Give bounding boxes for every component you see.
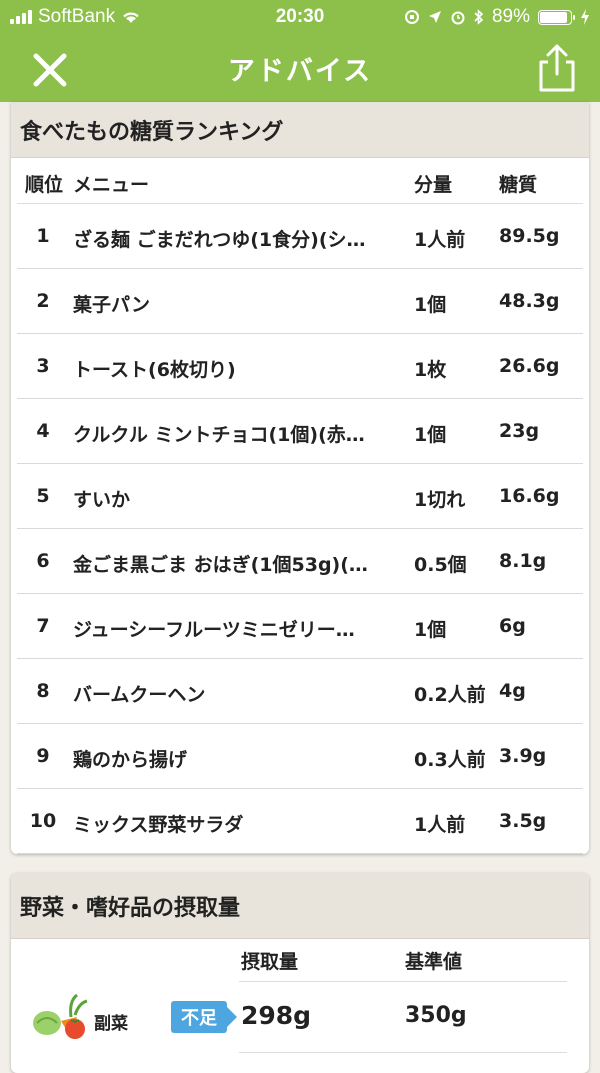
vegetables-card: 野菜・嗜好品の摂取量 摂取量 基準値 副菜 不足 298g 350g bbox=[11, 873, 589, 1073]
location-icon bbox=[428, 11, 441, 23]
table-row: 4 クルクル ミントチョコ(1個)(赤… 1個 23g bbox=[17, 399, 583, 464]
rank-cell: 8 bbox=[36, 680, 50, 702]
table-row: 2 菓子パン 1個 48.3g bbox=[17, 269, 583, 334]
rank-cell: 4 bbox=[36, 420, 50, 442]
carb-cell: 16.6g bbox=[499, 485, 560, 507]
standard-value: 350g bbox=[405, 1003, 467, 1028]
col-carb: 糖質 bbox=[499, 174, 538, 196]
menu-cell: クルクル ミントチョコ(1個)(赤… bbox=[73, 424, 365, 446]
carb-cell: 3.9g bbox=[499, 745, 547, 767]
menu-cell: ジューシーフルーツミニゼリー… bbox=[73, 619, 355, 641]
rank-cell: 2 bbox=[36, 290, 50, 312]
ranking-rows: 1 ざる麺 ごまだれつゆ(1食分)(シ… 1人前 89.5g 2 菓子パン 1個 48.3g… bbox=[11, 204, 589, 854]
qty-cell: 1人前 bbox=[414, 229, 466, 251]
vegetables-icon bbox=[33, 993, 88, 1039]
nav-bar: アドバイス bbox=[0, 34, 600, 102]
table-row: 3 トースト(6枚切り) 1枚 26.6g bbox=[17, 334, 583, 399]
qty-cell: 1個 bbox=[414, 619, 447, 641]
table-row: 9 鶏のから揚げ 0.3人前 3.9g bbox=[17, 724, 583, 789]
rank-cell: 9 bbox=[36, 745, 50, 767]
qty-cell: 1個 bbox=[414, 294, 447, 316]
col-qty: 分量 bbox=[414, 174, 453, 196]
ranking-title: 食べたもの糖質ランキング bbox=[11, 102, 589, 158]
share-button[interactable] bbox=[532, 42, 582, 94]
carb-cell: 4g bbox=[499, 680, 526, 702]
table-row: 1 ざる麺 ごまだれつゆ(1食分)(シ… 1人前 89.5g bbox=[17, 204, 583, 269]
vegetables-table-header: 摂取量 基準値 bbox=[11, 943, 589, 981]
carb-cell: 3.5g bbox=[499, 810, 547, 832]
divider bbox=[239, 1052, 567, 1053]
ranking-table-header: 順位 メニュー 分量 糖質 bbox=[17, 158, 583, 204]
carb-cell: 6g bbox=[499, 615, 526, 637]
carb-cell: 8.1g bbox=[499, 550, 547, 572]
qty-cell: 1切れ bbox=[414, 489, 466, 511]
intake-value: 298g bbox=[241, 1001, 312, 1030]
side-dish-label: 副菜 bbox=[94, 1014, 128, 1034]
table-row: 5 すいか 1切れ 16.6g bbox=[17, 464, 583, 529]
rank-cell: 1 bbox=[36, 225, 50, 247]
orientation-lock-icon bbox=[404, 10, 419, 24]
bluetooth-icon bbox=[474, 9, 484, 25]
qty-cell: 1人前 bbox=[414, 814, 466, 836]
vegetables-title: 野菜・嗜好品の摂取量 bbox=[11, 873, 589, 939]
qty-cell: 0.2人前 bbox=[414, 684, 486, 706]
carb-cell: 89.5g bbox=[499, 225, 560, 247]
alarm-icon bbox=[451, 11, 465, 25]
menu-cell: ミックス野菜サラダ bbox=[73, 814, 244, 836]
carb-cell: 48.3g bbox=[499, 290, 560, 312]
menu-cell: 菓子パン bbox=[73, 294, 150, 316]
rank-cell: 10 bbox=[29, 810, 57, 832]
status-bar: SoftBank 20:30 89% bbox=[0, 0, 600, 34]
list-item: 副菜 不足 298g 350g bbox=[11, 981, 589, 1053]
menu-cell: トースト(6枚切り) bbox=[73, 359, 236, 381]
status-badge: 不足 bbox=[171, 1001, 237, 1033]
status-right: 89% bbox=[404, 6, 590, 28]
table-row: 10 ミックス野菜サラダ 1人前 3.5g bbox=[17, 789, 583, 854]
qty-cell: 1個 bbox=[414, 424, 447, 446]
rank-cell: 3 bbox=[36, 355, 50, 377]
qty-cell: 0.5個 bbox=[414, 554, 467, 576]
menu-cell: 鶏のから揚げ bbox=[73, 749, 188, 771]
battery-icon bbox=[538, 9, 575, 25]
col-rank: 順位 bbox=[25, 174, 64, 196]
col-standard: 基準値 bbox=[405, 951, 463, 973]
menu-cell: バームクーヘン bbox=[73, 684, 206, 706]
charging-icon bbox=[581, 9, 589, 25]
menu-cell: ざる麺 ごまだれつゆ(1食分)(シ… bbox=[73, 229, 366, 251]
table-row: 7 ジューシーフルーツミニゼリー… 1個 6g bbox=[17, 594, 583, 659]
table-row: 8 バームクーヘン 0.2人前 4g bbox=[17, 659, 583, 724]
menu-cell: 金ごま黒ごま おはぎ(1個53g)(… bbox=[73, 554, 368, 576]
qty-cell: 0.3人前 bbox=[414, 749, 486, 771]
carb-cell: 26.6g bbox=[499, 355, 560, 377]
rank-cell: 6 bbox=[36, 550, 50, 572]
menu-cell: すいか bbox=[73, 489, 131, 511]
col-menu: メニュー bbox=[73, 174, 150, 196]
battery-percent: 89% bbox=[491, 6, 530, 27]
rank-cell: 5 bbox=[36, 485, 50, 507]
rank-cell: 7 bbox=[36, 615, 50, 637]
qty-cell: 1枚 bbox=[414, 359, 447, 381]
page-title: アドバイス bbox=[227, 56, 373, 87]
ranking-card: 食べたもの糖質ランキング 順位 メニュー 分量 糖質 1 ざる麺 ごまだれつゆ(1… bbox=[11, 102, 589, 854]
carb-cell: 23g bbox=[499, 420, 540, 442]
table-row: 6 金ごま黒ごま おはぎ(1個53g)(… 0.5個 8.1g bbox=[17, 529, 583, 594]
col-intake: 摂取量 bbox=[241, 951, 299, 973]
